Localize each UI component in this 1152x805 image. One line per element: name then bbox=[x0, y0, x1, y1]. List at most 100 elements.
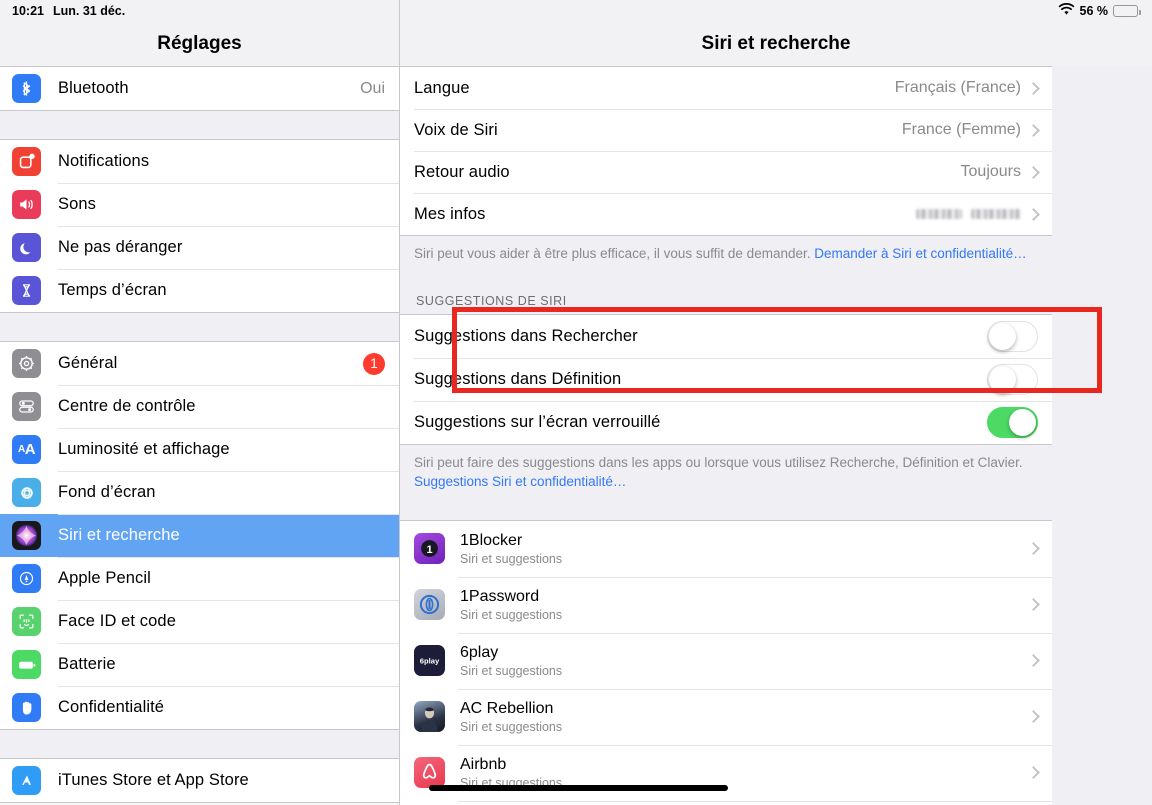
sidebar-divider-2 bbox=[0, 313, 399, 341]
siri-privacy-link[interactable]: Demander à Siri et confidentialité… bbox=[814, 246, 1026, 261]
app-text: 1Password Siri et suggestions bbox=[460, 588, 562, 622]
suggestions-footnote: Siri peut faire des suggestions dans les… bbox=[400, 445, 1052, 492]
sidebar-item-siri-search[interactable]: Siri et recherche bbox=[0, 514, 399, 557]
sidebar-item-privacy[interactable]: Confidentialité bbox=[0, 686, 399, 729]
sidebar-item-wallpaper[interactable]: Fond d’écran bbox=[0, 471, 399, 514]
suggestions-privacy-link[interactable]: Suggestions Siri et confidentialité… bbox=[414, 474, 626, 489]
toggle-knob bbox=[989, 322, 1016, 350]
sidebar-group-stores: iTunes Store et App Store bbox=[0, 758, 399, 803]
airbnb-app-icon bbox=[414, 757, 445, 789]
app-name: 1Blocker bbox=[460, 531, 523, 549]
row-value: Toujours bbox=[960, 163, 1021, 180]
privacy-hand-icon bbox=[12, 693, 41, 722]
app-row-1password[interactable]: 1Password Siri et suggestions bbox=[400, 576, 1052, 633]
row-label: Mes infos bbox=[414, 204, 486, 223]
row-suggestions-ecran-verrouille[interactable]: Suggestions sur l’écran verrouillé bbox=[400, 400, 1052, 444]
sidebar-item-bluetooth[interactable]: Bluetooth Oui bbox=[0, 67, 399, 110]
row-retour-audio[interactable]: Retour audio Toujours bbox=[400, 151, 1052, 193]
app-row-aliexpress[interactable]: AliExpress Siri et suggestions bbox=[400, 800, 1052, 805]
hourglass-icon bbox=[12, 276, 41, 305]
footnote-text: Siri peut vous aider à être plus efficac… bbox=[414, 246, 815, 261]
sidebar-item-label: Fond d’écran bbox=[58, 483, 156, 501]
sidebar-item-label: Batterie bbox=[58, 655, 116, 673]
sidebar-item-label: Luminosité et affichage bbox=[58, 440, 230, 458]
row-langue[interactable]: Langue Français (France) bbox=[400, 67, 1052, 109]
app-row-ac-rebellion[interactable]: AC Rebellion Siri et suggestions bbox=[400, 688, 1052, 745]
app-row-1blocker[interactable]: 1 1Blocker Siri et suggestions bbox=[400, 520, 1052, 577]
row-label: Suggestions dans Définition bbox=[414, 369, 622, 388]
row-voix-de-siri[interactable]: Voix de Siri France (Femme) bbox=[400, 109, 1052, 151]
sidebar-group-connectivity: Bluetooth Oui bbox=[0, 66, 399, 111]
row-suggestions-definition[interactable]: Suggestions dans Définition bbox=[400, 357, 1052, 401]
control-center-icon bbox=[12, 392, 41, 421]
app-subtitle: Siri et suggestions bbox=[460, 663, 563, 678]
sidebar-divider-1 bbox=[0, 111, 399, 139]
toggle-suggestions-definition[interactable] bbox=[987, 363, 1038, 395]
siri-suggestions-card: Suggestions dans Rechercher Suggestions … bbox=[400, 313, 1052, 445]
battery-percent-label: 56 % bbox=[1079, 4, 1109, 18]
ac-rebellion-app-icon bbox=[414, 701, 445, 733]
app-row-airbnb[interactable]: Airbnb Siri et suggestions bbox=[400, 744, 1052, 801]
app-name: Airbnb bbox=[460, 755, 507, 773]
notifications-icon bbox=[12, 147, 41, 176]
6play-app-icon: 6play bbox=[414, 645, 445, 677]
gear-icon bbox=[12, 349, 41, 378]
siri-settings-card: Langue Français (France) Voix de Siri Fr… bbox=[400, 66, 1052, 236]
clock: 10:21 bbox=[12, 4, 44, 18]
date-label: Lun. 31 déc. bbox=[52, 4, 126, 18]
sidebar-group-system: Général 1 Centre de contrôle AA Luminosi… bbox=[0, 341, 399, 730]
row-suggestions-rechercher[interactable]: Suggestions dans Rechercher bbox=[400, 314, 1052, 358]
sidebar-item-battery[interactable]: Batterie bbox=[0, 643, 399, 686]
sidebar-item-face-id[interactable]: Face ID et code bbox=[0, 600, 399, 643]
sidebar-item-label: Notifications bbox=[58, 152, 150, 170]
wifi-icon bbox=[1058, 3, 1075, 19]
sidebar-item-notifications[interactable]: Notifications bbox=[0, 140, 399, 183]
sidebar-item-do-not-disturb[interactable]: Ne pas déranger bbox=[0, 226, 399, 269]
app-row-6play[interactable]: 6play 6play Siri et suggestions bbox=[400, 632, 1052, 689]
svg-text:6play: 6play bbox=[420, 657, 440, 666]
app-text: 6play Siri et suggestions bbox=[460, 644, 562, 678]
redacted-contact-name bbox=[916, 209, 1021, 219]
siri-icon bbox=[12, 521, 41, 550]
toggle-knob bbox=[989, 365, 1016, 393]
sidebar-item-label: Bluetooth bbox=[58, 79, 129, 97]
toggle-suggestions-rechercher[interactable] bbox=[987, 320, 1038, 352]
sidebar-item-apple-pencil[interactable]: Apple Pencil bbox=[0, 557, 399, 600]
row-value: Français (France) bbox=[894, 79, 1021, 96]
sidebar-item-itunes-app-store[interactable]: iTunes Store et App Store bbox=[0, 759, 399, 802]
sidebar-item-general[interactable]: Général 1 bbox=[0, 342, 399, 385]
sidebar-item-label: Confidentialité bbox=[58, 698, 165, 716]
moon-icon bbox=[12, 233, 41, 262]
row-mes-infos[interactable]: Mes infos bbox=[400, 193, 1052, 235]
sidebar-item-label: Siri et recherche bbox=[58, 526, 180, 544]
app-text: 1Blocker Siri et suggestions bbox=[460, 532, 562, 566]
sidebar-scroll-area[interactable]: Bluetooth Oui Notifications Sons Ne pas … bbox=[0, 66, 399, 803]
sidebar-item-label: Face ID et code bbox=[58, 612, 176, 630]
sidebar-item-value: Oui bbox=[360, 79, 385, 97]
main-scroll-area[interactable]: Langue Français (France) Voix de Siri Fr… bbox=[400, 66, 1152, 805]
status-bar: 10:21 Lun. 31 déc. 56 % bbox=[0, 0, 1152, 22]
app-subtitle: Siri et suggestions bbox=[460, 607, 563, 622]
toggle-suggestions-ecran-verrouille[interactable] bbox=[987, 406, 1038, 438]
chevron-right-icon bbox=[1027, 165, 1040, 179]
battery-icon bbox=[12, 650, 41, 679]
sidebar-item-screen-time[interactable]: Temps d’écran bbox=[0, 269, 399, 312]
page-title: Siri et recherche bbox=[701, 33, 851, 54]
siri-privacy-footnote: Siri peut vous aider à être plus efficac… bbox=[400, 236, 1052, 264]
chevron-right-icon bbox=[1027, 207, 1040, 221]
siri-search-detail-panel: Siri et recherche Langue Français (Franc… bbox=[400, 0, 1152, 805]
sidebar-item-label: Apple Pencil bbox=[58, 569, 151, 587]
brightness-icon: AA bbox=[12, 435, 41, 464]
app-subtitle: Siri et suggestions bbox=[460, 719, 563, 734]
sidebar-item-label: iTunes Store et App Store bbox=[58, 771, 249, 789]
row-label: Suggestions dans Rechercher bbox=[414, 326, 638, 345]
sidebar-item-display-brightness[interactable]: AA Luminosité et affichage bbox=[0, 428, 399, 471]
app-name: AC Rebellion bbox=[460, 699, 554, 717]
sidebar-item-sounds[interactable]: Sons bbox=[0, 183, 399, 226]
sidebar-item-control-center[interactable]: Centre de contrôle bbox=[0, 385, 399, 428]
chevron-right-icon bbox=[1027, 598, 1040, 612]
row-value: France (Femme) bbox=[901, 121, 1021, 138]
row-label: Retour audio bbox=[414, 162, 510, 181]
chevron-right-icon bbox=[1027, 81, 1040, 95]
sidebar-item-label: Centre de contrôle bbox=[58, 397, 196, 415]
